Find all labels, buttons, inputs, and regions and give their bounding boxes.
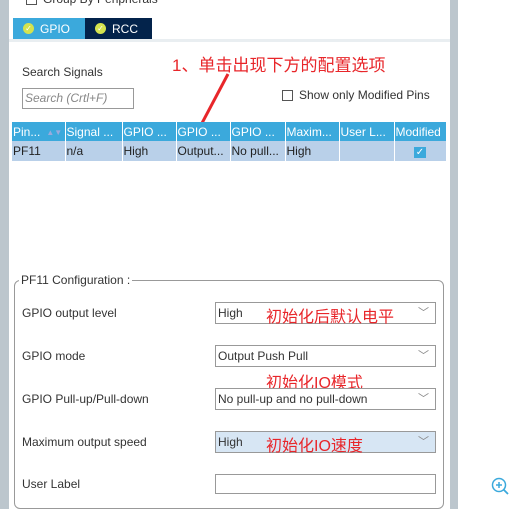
label-pull: GPIO Pull-up/Pull-down bbox=[22, 392, 149, 406]
checkbox-icon bbox=[26, 0, 37, 5]
chevron-down-icon[interactable]: ﹀ bbox=[418, 432, 429, 452]
tab-label: RCC bbox=[112, 21, 138, 36]
search-signals-label: Search Signals bbox=[22, 65, 103, 79]
cell-signal: n/a bbox=[65, 141, 123, 161]
search-input[interactable]: Search (Crtl+F) bbox=[22, 88, 134, 109]
tab-label: GPIO bbox=[40, 21, 71, 36]
tab-gpio[interactable]: ✓ GPIO bbox=[13, 18, 85, 39]
select-value: High bbox=[218, 435, 243, 449]
column-header-modified[interactable]: Modified bbox=[394, 122, 447, 141]
label-user-label: User Label bbox=[22, 477, 81, 491]
label-output-level: GPIO output level bbox=[22, 306, 117, 320]
check-circle-icon: ✓ bbox=[23, 23, 34, 34]
group-by-peripherals-checkbox[interactable]: Group By Peripherals bbox=[26, 0, 158, 6]
column-header-gpio-mode[interactable]: GPIO ... bbox=[176, 122, 231, 141]
cell-speed: High bbox=[285, 141, 340, 161]
select-value: Output Push Pull bbox=[218, 349, 309, 363]
column-header-gpio-pull[interactable]: GPIO ... bbox=[230, 122, 286, 141]
column-header-user-label[interactable]: User L... bbox=[339, 122, 395, 141]
zoom-in-icon[interactable] bbox=[490, 476, 509, 496]
pin-table-header: Pin... ▲▼ Signal ... GPIO ... GPIO ... GP… bbox=[12, 122, 447, 141]
cell-pin: PF11 bbox=[12, 141, 66, 161]
annotation-speed: 初始化IO速度 bbox=[266, 438, 363, 455]
left-panel-border bbox=[0, 0, 9, 509]
cell-modified[interactable]: ✓ bbox=[394, 141, 447, 161]
group-by-label: Group By Peripherals bbox=[43, 0, 158, 6]
user-label-input[interactable] bbox=[215, 474, 436, 494]
cell-output-level: High bbox=[122, 141, 177, 161]
annotation-output-level: 初始化后默认电平 bbox=[266, 309, 395, 326]
cell-pull: No pull... bbox=[230, 141, 286, 161]
pin-table: Pin... ▲▼ Signal ... GPIO ... GPIO ... GP… bbox=[12, 122, 447, 161]
select-value: No pull-up and no pull-down bbox=[218, 392, 368, 406]
show-modified-label: Show only Modified Pins bbox=[299, 88, 430, 102]
sort-icon[interactable]: ▲▼ bbox=[46, 128, 62, 137]
column-header-gpio-output-level[interactable]: GPIO ... bbox=[122, 122, 177, 141]
tab-rcc[interactable]: ✓ RCC bbox=[85, 18, 152, 39]
show-modified-pins-checkbox[interactable]: Show only Modified Pins bbox=[282, 88, 430, 102]
check-circle-icon: ✓ bbox=[95, 23, 106, 34]
cell-user-label bbox=[339, 141, 395, 161]
panel-splitter[interactable] bbox=[450, 0, 458, 509]
label-max-speed: Maximum output speed bbox=[22, 435, 147, 449]
label-gpio-mode: GPIO mode bbox=[22, 349, 86, 363]
modified-checkbox-icon[interactable]: ✓ bbox=[414, 147, 426, 158]
chevron-down-icon[interactable]: ﹀ bbox=[418, 389, 429, 409]
column-header-signal[interactable]: Signal ... bbox=[65, 122, 123, 141]
chevron-down-icon[interactable]: ﹀ bbox=[418, 346, 429, 366]
config-title: PF11 Configuration : bbox=[19, 273, 133, 287]
pull-select[interactable]: No pull-up and no pull-down ﹀ bbox=[215, 388, 436, 410]
cell-mode: Output... bbox=[176, 141, 231, 161]
chevron-down-icon[interactable]: ﹀ bbox=[418, 303, 429, 323]
column-header-pin[interactable]: Pin... ▲▼ bbox=[12, 122, 66, 141]
peripheral-tabs: ✓ GPIO ✓ RCC bbox=[13, 18, 152, 39]
table-row[interactable]: PF11 n/a High Output... No pull... High … bbox=[12, 141, 447, 161]
checkbox-icon bbox=[282, 89, 293, 101]
gpio-mode-select[interactable]: Output Push Pull ﹀ bbox=[215, 345, 436, 367]
select-value: High bbox=[218, 306, 243, 320]
column-header-max-speed[interactable]: Maxim... bbox=[285, 122, 340, 141]
panel-header-strip bbox=[9, 39, 450, 42]
